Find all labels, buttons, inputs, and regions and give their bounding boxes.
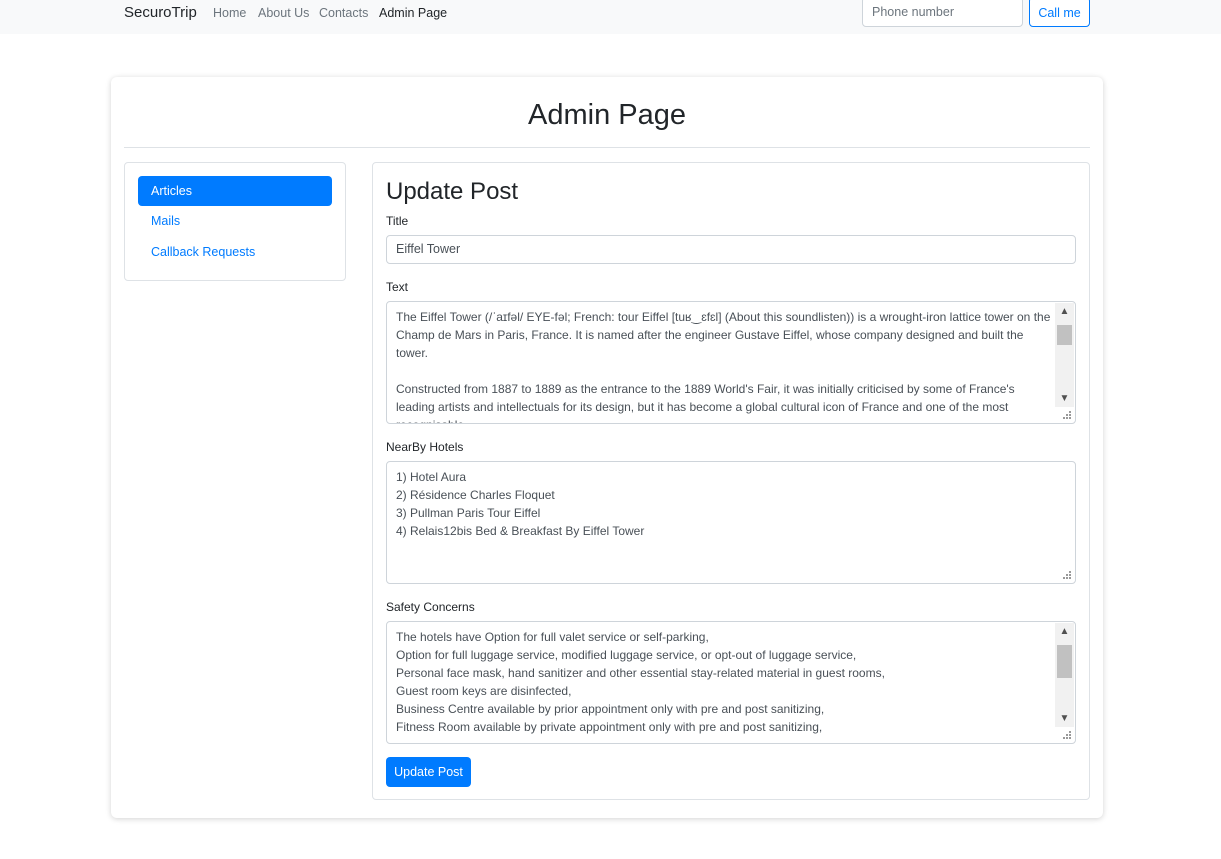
sidebar-item-articles[interactable]: Articles — [138, 176, 332, 206]
title-divider — [124, 147, 1090, 148]
phone-number-input[interactable] — [862, 0, 1023, 27]
title-label: Title — [386, 214, 409, 228]
scroll-thumb[interactable] — [1057, 645, 1072, 678]
text-label: Text — [386, 280, 409, 294]
safety-scrollbar[interactable]: ▲ ▼ — [1055, 623, 1074, 727]
update-post-form: Update Post Title Eiffel Tower Text The … — [372, 162, 1090, 800]
text-textarea-content: The Eiffel Tower (/ˈaɪfəl/ EYE-fəl; Fren… — [396, 310, 1051, 423]
update-post-button[interactable]: Update Post — [386, 757, 471, 787]
text-scrollbar[interactable]: ▲ ▼ — [1055, 303, 1074, 407]
admin-card: Admin Page Articles Mails Callback Reque… — [111, 77, 1103, 818]
chevron-up-icon[interactable]: ▲ — [1055, 623, 1074, 640]
scroll-thumb[interactable] — [1057, 325, 1072, 345]
page-title: Admin Page — [528, 99, 686, 131]
resize-grip-icon[interactable] — [1062, 410, 1072, 420]
sidebar-item-mails[interactable]: Mails — [138, 206, 332, 236]
admin-sidebar: Articles Mails Callback Requests — [124, 162, 346, 281]
text-textarea[interactable]: The Eiffel Tower (/ˈaɪfəl/ EYE-fəl; Fren… — [386, 301, 1076, 424]
sidebar-item-callback-requests[interactable]: Callback Requests — [138, 237, 332, 267]
resize-grip-icon[interactable] — [1062, 730, 1072, 740]
nav-link-admin-page[interactable]: Admin Page — [379, 6, 447, 21]
chevron-up-icon[interactable]: ▲ — [1055, 303, 1074, 320]
title-input[interactable]: Eiffel Tower — [386, 235, 1076, 264]
brand-logo[interactable]: SecuroTrip — [124, 4, 197, 22]
chevron-down-icon[interactable]: ▼ — [1055, 710, 1074, 727]
navbar: SecuroTrip Home About Us Contacts Admin … — [0, 0, 1221, 34]
nearby-hotels-label: NearBy Hotels — [386, 440, 464, 454]
nearby-hotels-content: 1) Hotel Aura 2) Résidence Charles Floqu… — [396, 470, 645, 538]
chevron-down-icon[interactable]: ▼ — [1055, 390, 1074, 407]
nearby-hotels-textarea[interactable]: 1) Hotel Aura 2) Résidence Charles Floqu… — [386, 461, 1076, 584]
nav-link-contacts[interactable]: Contacts — [319, 6, 368, 21]
form-heading: Update Post — [386, 178, 519, 205]
nav-link-about-us[interactable]: About Us — [258, 6, 309, 21]
safety-concerns-label: Safety Concerns — [386, 600, 475, 614]
resize-grip-icon[interactable] — [1062, 570, 1072, 580]
safety-concerns-content: The hotels have Option for full valet se… — [396, 630, 885, 734]
nav-link-home[interactable]: Home — [213, 6, 246, 21]
call-me-button[interactable]: Call me — [1029, 0, 1090, 27]
safety-concerns-textarea[interactable]: The hotels have Option for full valet se… — [386, 621, 1076, 744]
